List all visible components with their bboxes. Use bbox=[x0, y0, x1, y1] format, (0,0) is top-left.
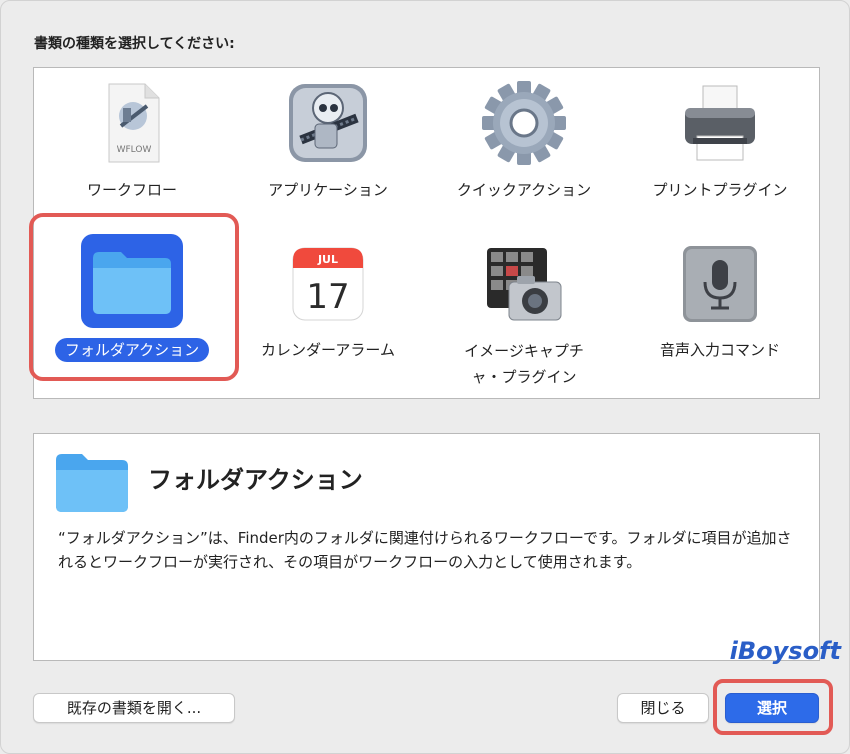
type-label: アプリケーション bbox=[268, 181, 388, 199]
calendar-icon: JUL 17 bbox=[283, 238, 373, 328]
description-panel: フォルダアクション “フォルダアクション”は、Finder内のフォルダに関連付け… bbox=[33, 433, 820, 661]
open-existing-document-button[interactable]: 既存の書類を開く... bbox=[33, 693, 235, 723]
description-text: “フォルダアクション”は、Finder内のフォルダに関連付けられるワークフローで… bbox=[58, 529, 792, 571]
folder-icon bbox=[56, 452, 128, 516]
new-document-dialog: 書類の種類を選択してください: WFLOW ワークフロー アプリケーション クイ… bbox=[0, 0, 850, 754]
svg-text:17: 17 bbox=[306, 277, 349, 317]
type-dictation-command[interactable]: 音声入力コマンド bbox=[622, 228, 818, 388]
type-label: カレンダーアラーム bbox=[261, 341, 395, 359]
microphone-icon bbox=[675, 238, 765, 328]
selection-highlight-ring bbox=[29, 213, 239, 381]
image-capture-icon bbox=[479, 238, 569, 328]
type-label: イメージキャプチ ャ・プラグイン bbox=[464, 342, 584, 386]
description-title: フォルダアクション bbox=[148, 466, 363, 494]
type-label: プリントプラグイン bbox=[652, 181, 788, 199]
type-label: ワークフロー bbox=[86, 181, 177, 199]
workflow-file-icon: WFLOW bbox=[87, 78, 177, 168]
type-image-capture-plugin[interactable]: イメージキャプチ ャ・プラグイン bbox=[426, 228, 622, 388]
type-application[interactable]: アプリケーション bbox=[230, 68, 426, 228]
watermark-logo: iBoysoft bbox=[729, 637, 841, 665]
printer-icon bbox=[675, 78, 765, 168]
type-quick-action[interactable]: クイックアクション bbox=[426, 68, 622, 228]
choose-button-highlight-ring bbox=[713, 679, 833, 735]
gear-icon bbox=[479, 78, 569, 168]
type-label: クイックアクション bbox=[456, 181, 592, 199]
type-workflow[interactable]: WFLOW ワークフロー bbox=[34, 68, 230, 228]
type-print-plugin[interactable]: プリントプラグイン bbox=[622, 68, 818, 228]
dialog-prompt: 書類の種類を選択してください: bbox=[34, 36, 235, 52]
automator-robot-icon bbox=[283, 78, 373, 168]
svg-text:WFLOW: WFLOW bbox=[117, 145, 152, 155]
type-calendar-alarm[interactable]: JUL 17 カレンダーアラーム bbox=[230, 228, 426, 388]
type-label: 音声入力コマンド bbox=[659, 341, 780, 359]
close-button[interactable]: 閉じる bbox=[617, 693, 709, 723]
svg-text:JUL: JUL bbox=[317, 253, 338, 266]
